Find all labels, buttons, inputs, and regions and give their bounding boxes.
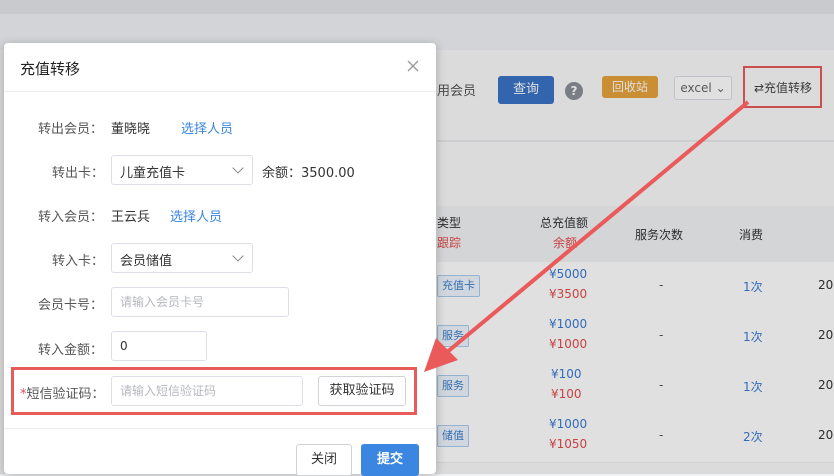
- member-card-input[interactable]: [111, 287, 289, 317]
- out-card-value: 儿童充值卡: [120, 166, 186, 181]
- dialog-title: 充值转移: [20, 60, 81, 78]
- out-member-value: 董晓晓: [111, 122, 151, 137]
- submit-button[interactable]: 提交: [361, 444, 419, 476]
- amount-input[interactable]: [111, 331, 207, 361]
- chevron-down-icon: [232, 250, 244, 262]
- out-card-select[interactable]: 儿童充值卡: [111, 155, 253, 185]
- dialog-header-divider: [4, 91, 436, 92]
- out-card-label: 转出卡：: [52, 166, 105, 181]
- select-out-member-link[interactable]: 选择人员: [181, 118, 233, 137]
- close-button[interactable]: 关闭: [296, 444, 352, 476]
- out-member-label: 转出会员：: [38, 122, 104, 137]
- in-card-select[interactable]: 会员储值: [111, 243, 253, 273]
- dialog-footer-divider: [4, 428, 436, 429]
- close-icon[interactable]: [405, 58, 421, 74]
- in-member-value: 王云兵: [111, 210, 151, 225]
- in-card-label: 转入卡：: [52, 254, 105, 269]
- amount-label: 转入金额：: [38, 343, 104, 358]
- member-card-label: 会员卡号：: [38, 298, 104, 313]
- highlight-box-sms: [11, 367, 417, 415]
- select-in-member-link[interactable]: 选择人员: [170, 206, 222, 225]
- recharge-transfer-dialog: 充值转移 转出会员： 董晓晓 选择人员 转出卡： 儿童充值卡 余额：3500.0…: [4, 43, 436, 476]
- chevron-down-icon: [232, 162, 244, 174]
- in-member-label: 转入会员：: [38, 210, 104, 225]
- balance-text: 余额：3500.00: [262, 166, 355, 181]
- in-card-value: 会员储值: [120, 254, 173, 269]
